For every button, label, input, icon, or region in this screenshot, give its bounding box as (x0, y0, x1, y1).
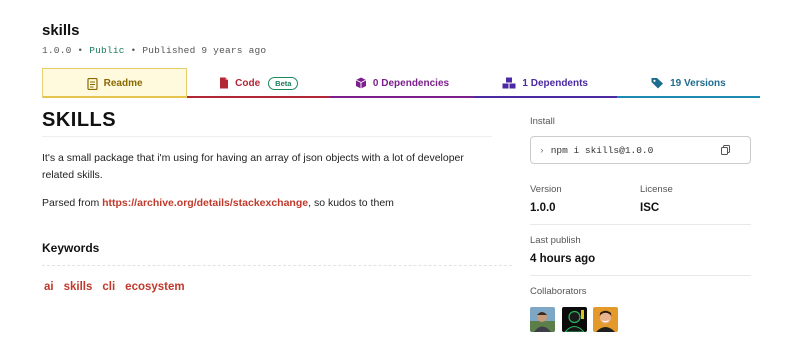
divider (530, 224, 751, 225)
readme-icon (87, 77, 98, 90)
keyword-link[interactable]: cli (102, 281, 115, 293)
stackexchange-link[interactable]: https://archive.org/details/stackexchang… (102, 197, 308, 209)
keyword-link[interactable]: ecosystem (125, 281, 184, 293)
license-label: License (640, 184, 673, 195)
readme-title: SKILLS (42, 109, 117, 131)
tab-readme[interactable]: Readme (42, 68, 188, 98)
package-visibility: Public (89, 45, 125, 56)
keyword-link[interactable]: ai (44, 281, 54, 293)
prompt-chevron-icon: › (539, 144, 545, 156)
tab-dependents-label: 1 Dependents (522, 77, 588, 89)
meta-separator: • (130, 45, 137, 56)
tab-versions-label: 19 Versions (670, 77, 726, 89)
copy-icon[interactable] (721, 145, 730, 158)
tab-readme-label: Readme (103, 78, 143, 89)
collaborator-avatar[interactable] (562, 307, 587, 332)
readme-description: It's a small package that i'm using for … (42, 152, 464, 181)
divider (530, 275, 751, 276)
license-value: ISC (640, 202, 660, 214)
last-publish-value: 4 hours ago (530, 253, 596, 265)
tab-code-label: Code (235, 77, 261, 89)
collaborator-avatar[interactable] (593, 307, 618, 332)
divider (42, 136, 492, 137)
collaborator-avatar[interactable] (530, 307, 555, 332)
install-command-box[interactable]: › npm i skills@1.0.0 (530, 136, 751, 164)
meta-separator: • (77, 45, 84, 56)
package-tabs: Readme Code Beta 0 Dependencies 1 Depend… (42, 68, 761, 98)
keyword-link[interactable]: skills (64, 281, 93, 293)
collaborators-label: Collaborators (530, 286, 587, 297)
version-value: 1.0.0 (530, 202, 556, 214)
version-label: Version (530, 184, 562, 195)
keywords-heading: Keywords (42, 241, 100, 255)
code-icon (219, 77, 229, 89)
install-command: npm i skills@1.0.0 (550, 144, 654, 156)
dependents-icon (502, 77, 516, 89)
dependencies-icon (355, 77, 367, 89)
versions-icon (651, 77, 664, 89)
package-meta: 1.0.0 • Public • Published 9 years ago (42, 45, 266, 56)
tab-dependencies-label: 0 Dependencies (372, 77, 450, 89)
tab-dependencies[interactable]: 0 Dependencies (330, 68, 474, 98)
install-label: Install (530, 116, 555, 127)
package-published: Published 9 years ago (142, 45, 267, 56)
last-publish-label: Last publish (530, 235, 581, 246)
tab-code[interactable]: Code Beta (187, 68, 331, 98)
tab-dependents[interactable]: 1 Dependents (473, 68, 618, 98)
parsed-suffix: , so kudos to them (308, 197, 394, 209)
parsed-prefix: Parsed from (42, 197, 103, 209)
divider (42, 265, 512, 266)
readme-parsed-line: Parsed from https://archive.org/details/… (42, 197, 394, 209)
beta-badge: Beta (268, 76, 299, 90)
package-name: skills (42, 22, 80, 39)
keyword-list: ai skills cli ecosystem (44, 281, 185, 293)
tab-versions[interactable]: 19 Versions (616, 68, 761, 98)
package-version: 1.0.0 (42, 45, 72, 56)
